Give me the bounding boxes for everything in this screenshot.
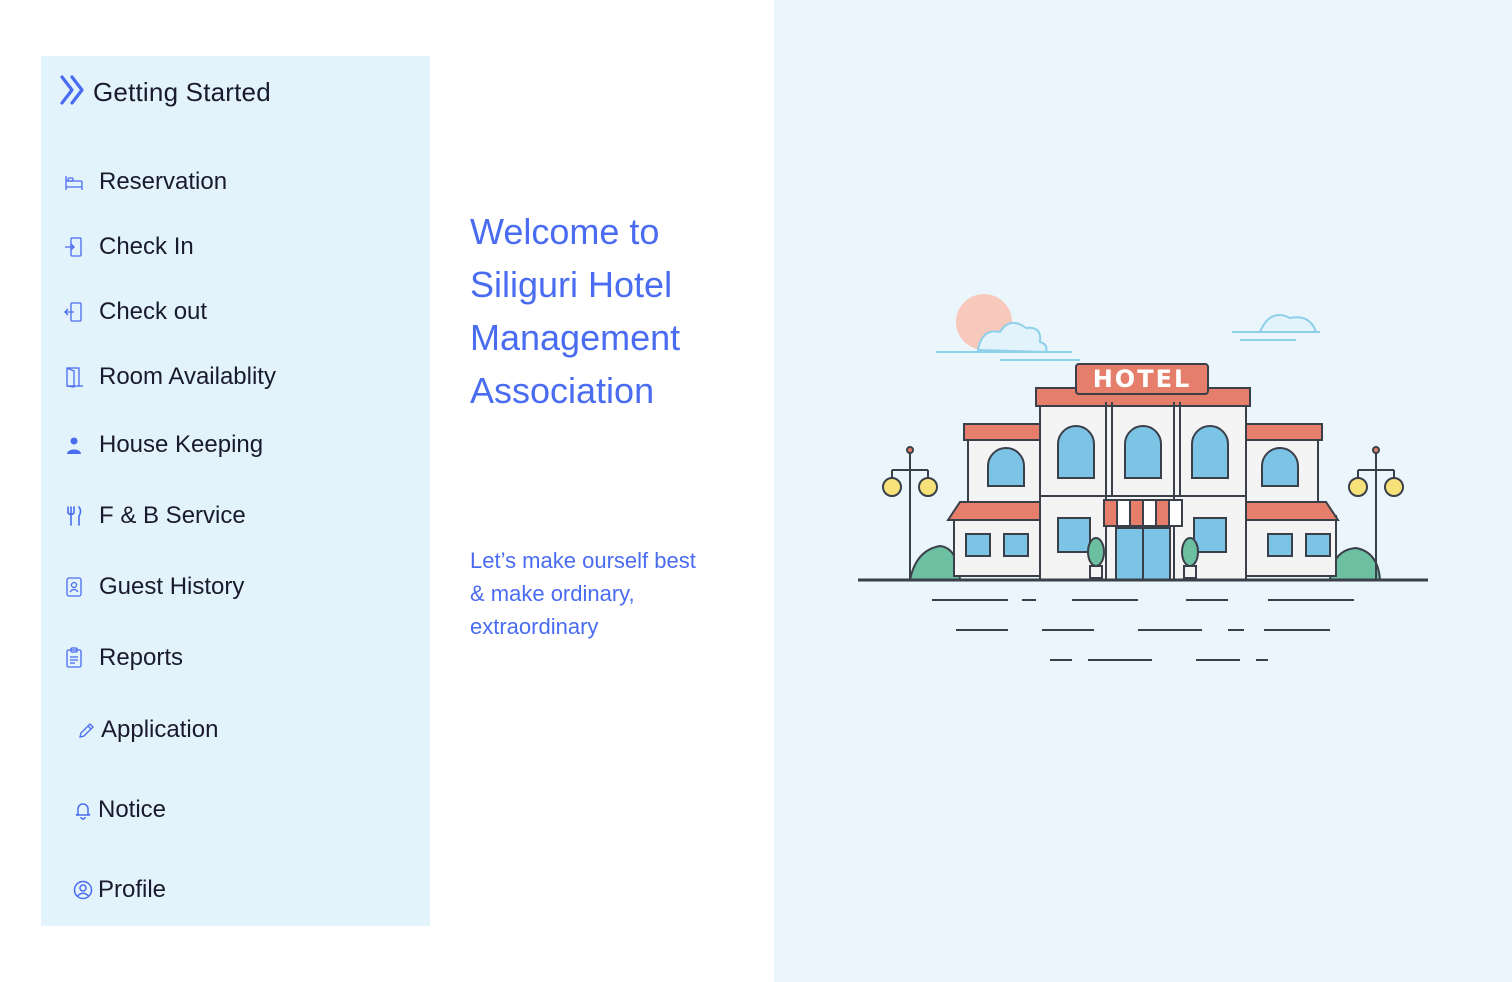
tagline: Let’s make ourself best & make ordinary,… xyxy=(470,544,760,643)
sidebar-item-fb-service[interactable]: F & B Service xyxy=(63,499,246,533)
sidebar-item-check-in[interactable]: Check In xyxy=(63,230,194,264)
hotel-building-illustration: HOTEL xyxy=(850,290,1440,685)
sidebar-item-label: Notice xyxy=(98,796,167,823)
welcome-heading: Welcome to Siliguri Hotel Management Ass… xyxy=(470,205,770,417)
sidebar-item-house-keeping[interactable]: House Keeping xyxy=(63,428,263,462)
sidebar-item-label: Application xyxy=(101,716,219,743)
fork-knife-icon xyxy=(63,505,85,527)
door-exit-icon xyxy=(63,301,85,323)
sidebar-item-notice[interactable]: Notice xyxy=(72,793,166,827)
sidebar-item-guest-history[interactable]: Guest History xyxy=(63,570,244,604)
sidebar-item-label: Profile xyxy=(98,876,167,903)
welcome-line: Management xyxy=(470,317,681,358)
welcome-line: Association xyxy=(470,370,655,411)
hotel-sign: HOTEL xyxy=(1093,365,1192,393)
sidebar-item-label: Check out xyxy=(99,298,208,325)
tagline-line: & make ordinary, xyxy=(470,581,635,606)
door-open-icon xyxy=(63,366,85,388)
sidebar-item-label: Reservation xyxy=(99,168,228,195)
sidebar-item-label: Guest History xyxy=(99,573,245,600)
sidebar-item-application[interactable]: Application xyxy=(75,713,218,747)
sidebar-item-check-out[interactable]: Check out xyxy=(63,295,207,329)
bell-icon xyxy=(72,799,94,821)
user-circle-icon xyxy=(72,879,94,901)
pencil-icon xyxy=(75,719,97,741)
sidebar-item-reservation[interactable]: Reservation xyxy=(63,165,227,199)
sidebar-item-profile[interactable]: Profile xyxy=(72,873,166,907)
sidebar: Getting Started Reservation Check In Che… xyxy=(41,56,430,926)
tagline-line: extraordinary xyxy=(470,614,599,639)
sidebar-item-reports[interactable]: Reports xyxy=(63,641,183,675)
sidebar-header-getting-started[interactable]: Getting Started xyxy=(59,74,271,110)
clipboard-icon xyxy=(63,647,85,669)
sidebar-item-label: Check In xyxy=(99,233,194,260)
sidebar-item-label: F & B Service xyxy=(99,502,246,529)
bed-icon xyxy=(63,171,85,193)
door-enter-icon xyxy=(63,236,85,258)
double-chevron-right-icon xyxy=(59,74,87,111)
guest-id-icon xyxy=(63,576,85,598)
sidebar-item-label: House Keeping xyxy=(99,431,264,458)
tagline-line: Let’s make ourself best xyxy=(470,548,696,573)
welcome-line: Welcome to xyxy=(470,211,660,252)
sidebar-header-label: Getting Started xyxy=(93,76,271,107)
sidebar-item-label: Room Availablity xyxy=(99,363,276,390)
sidebar-item-label: Reports xyxy=(99,644,184,671)
staff-person-icon xyxy=(63,434,85,456)
sidebar-item-room-availability[interactable]: Room Availablity xyxy=(63,360,276,394)
welcome-line: Siliguri Hotel xyxy=(470,264,673,305)
